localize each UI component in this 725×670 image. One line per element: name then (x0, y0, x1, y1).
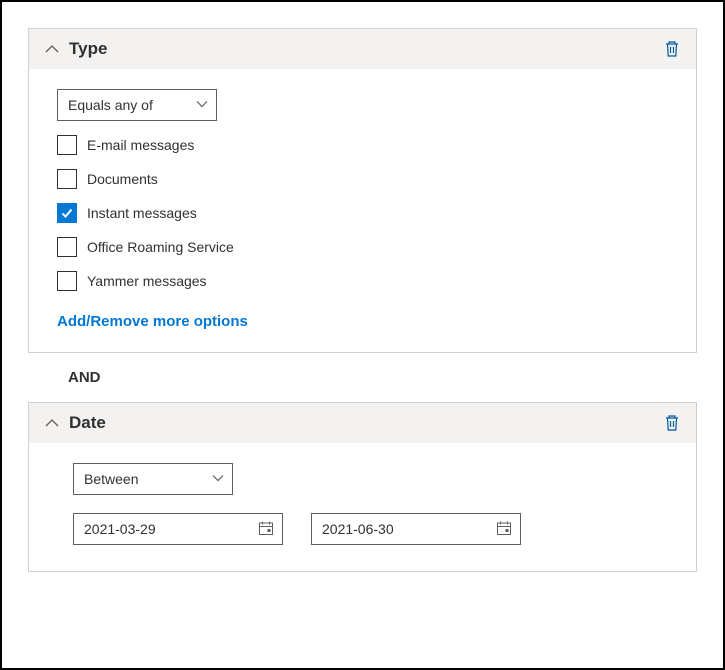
logic-operator-label: AND (68, 369, 697, 386)
date-operator-select[interactable]: Between (73, 463, 233, 495)
checkbox-icon (57, 169, 77, 189)
checkbox-yammer[interactable]: Yammer messages (57, 271, 668, 291)
add-remove-options-link[interactable]: Add/Remove more options (57, 313, 248, 330)
type-operator-select[interactable]: Equals any of (57, 89, 217, 121)
calendar-icon (496, 520, 512, 539)
checkbox-label: Instant messages (87, 205, 197, 221)
type-filter-section: Type Equals any of E-mail messages Docum… (28, 28, 697, 353)
delete-icon[interactable] (664, 40, 680, 58)
checkbox-email-messages[interactable]: E-mail messages (57, 135, 668, 155)
checkbox-checked-icon (57, 203, 77, 223)
date-to-value: 2021-06-30 (322, 521, 394, 537)
date-filter-section: Date Between 2021-03-29 202 (28, 402, 697, 572)
checkbox-label: E-mail messages (87, 137, 194, 153)
checkbox-label: Office Roaming Service (87, 239, 234, 255)
checkbox-label: Documents (87, 171, 158, 187)
type-section-header: Type (29, 29, 696, 69)
date-section-body: Between 2021-03-29 2021-06-30 (29, 443, 696, 571)
checkbox-office-roaming[interactable]: Office Roaming Service (57, 237, 668, 257)
date-section-header: Date (29, 403, 696, 443)
date-from-value: 2021-03-29 (84, 521, 156, 537)
chevron-up-icon[interactable] (45, 42, 59, 56)
checkbox-icon (57, 271, 77, 291)
type-section-body: Equals any of E-mail messages Documents … (29, 69, 696, 352)
checkbox-icon (57, 237, 77, 257)
checkbox-icon (57, 135, 77, 155)
delete-icon[interactable] (664, 414, 680, 432)
chevron-down-icon (212, 471, 224, 487)
calendar-icon (258, 520, 274, 539)
checkbox-documents[interactable]: Documents (57, 169, 668, 189)
checkbox-instant-messages[interactable]: Instant messages (57, 203, 668, 223)
checkbox-label: Yammer messages (87, 273, 207, 289)
chevron-up-icon[interactable] (45, 416, 59, 430)
type-operator-value: Equals any of (68, 97, 153, 113)
date-to-input[interactable]: 2021-06-30 (311, 513, 521, 545)
type-section-title: Type (69, 39, 654, 59)
date-operator-value: Between (84, 471, 138, 487)
date-from-input[interactable]: 2021-03-29 (73, 513, 283, 545)
date-section-title: Date (69, 413, 654, 433)
chevron-down-icon (196, 97, 208, 113)
